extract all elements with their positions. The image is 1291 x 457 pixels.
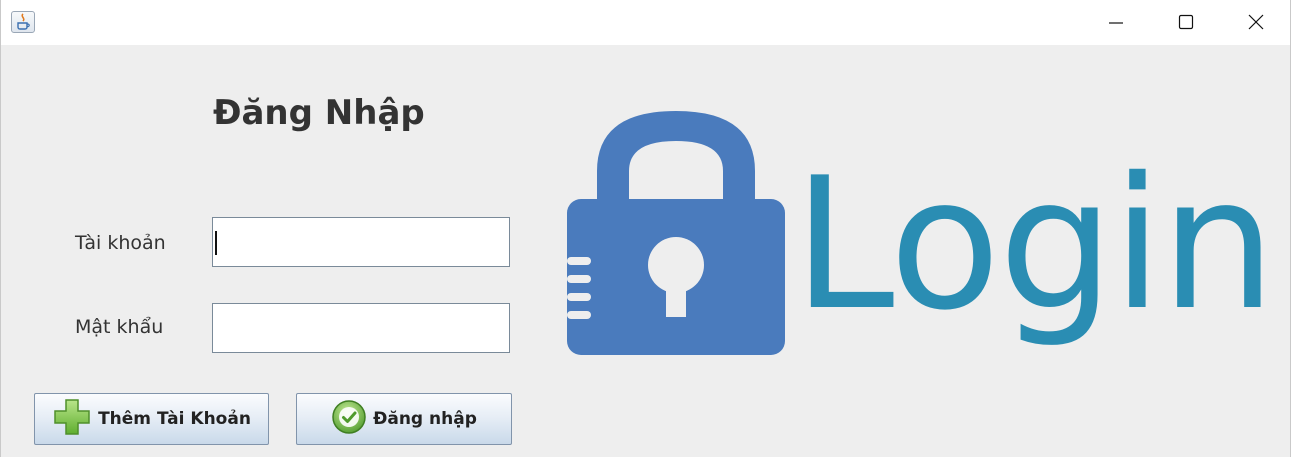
minimize-button[interactable] <box>1081 0 1151 45</box>
username-field[interactable] <box>212 217 510 267</box>
maximize-button[interactable] <box>1151 0 1221 45</box>
java-app-icon[interactable] <box>11 11 35 33</box>
page-title: Đăng Nhập <box>213 93 425 133</box>
login-button[interactable]: Đăng nhập <box>296 393 512 445</box>
close-button[interactable] <box>1221 0 1291 45</box>
maximize-icon <box>1178 14 1194 30</box>
add-account-button[interactable]: Thêm Tài Khoản <box>34 393 269 445</box>
app-window: Đăng Nhập Tài khoản Mật khẩu Thêm Tài Kh… <box>0 0 1291 457</box>
login-panel: Đăng Nhập Tài khoản Mật khẩu Thêm Tài Kh… <box>1 45 1290 457</box>
password-label: Mật khẩu <box>75 316 164 338</box>
plus-icon <box>52 397 92 442</box>
add-account-label: Thêm Tài Khoản <box>98 409 251 429</box>
close-icon <box>1248 14 1264 30</box>
padlock-logo-icon <box>561 103 791 367</box>
title-bar <box>1 0 1290 45</box>
logo-wordmark: Login <box>793 138 1276 350</box>
login-button-label: Đăng nhập <box>373 409 477 429</box>
minimize-icon <box>1109 22 1123 24</box>
password-field[interactable] <box>212 303 510 353</box>
check-circle-icon <box>331 399 367 440</box>
username-label: Tài khoản <box>75 232 166 254</box>
text-cursor <box>215 231 217 255</box>
